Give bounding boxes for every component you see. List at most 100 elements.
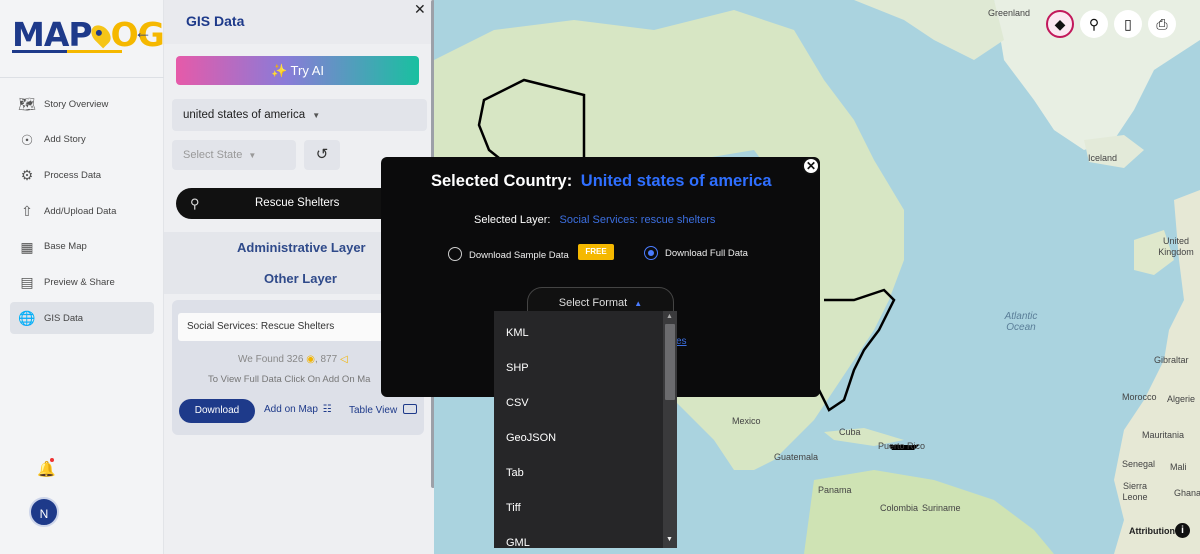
add-on-map-button[interactable]: Add on Map ☷ [264,404,332,415]
nav-item-add-story[interactable]: ☉ Add Story [10,124,154,156]
selected-country-label: Selected Country: [431,172,573,190]
caret-down-icon: ▼ [312,111,321,120]
base-map-icon: ▦ [20,238,34,255]
point-icon: ◉ [306,354,315,365]
scroll-down-icon[interactable]: ▼ [666,536,673,543]
user-avatar[interactable]: N [29,497,59,527]
map-label-gibraltar: Gibraltar [1154,355,1189,365]
full-data-label[interactable]: Download Full Data [665,248,748,259]
close-icon[interactable]: ✕ [414,1,426,18]
panel-title: GIS Data [186,13,245,29]
map-add-icon: ☷ [322,404,332,415]
format-option-tab[interactable]: Tab [506,467,524,479]
reset-icon[interactable]: ↺ [304,140,340,170]
nav-item-process-data[interactable]: ⚙ Process Data [10,159,154,191]
try-ai-button[interactable]: ✨ Try AI [176,56,419,85]
notification-bell-icon[interactable]: 🔔 [37,460,56,478]
country-select[interactable]: united states of america ▼ [172,99,427,131]
map-label-ghana: Ghana [1174,488,1200,498]
table-view-button[interactable]: Table View [349,404,417,416]
format-option-tiff[interactable]: Tiff [506,502,521,514]
nav-item-add-upload-data[interactable]: ⇧ Add/Upload Data [10,195,154,227]
ruler-icon[interactable]: ▯ [1114,10,1142,38]
location-pin-icon: ☉ [20,131,34,148]
nav-item-base-map[interactable]: ▦ Base Map [10,231,154,263]
back-arrow-icon[interactable]: ← [132,22,154,44]
nav-item-preview-share[interactable]: ▤ Preview & Share [10,266,154,298]
format-dropdown: KML SHP CSV GeoJSON Tab Tiff GML [494,311,677,548]
map-label-morocco: Morocco [1122,392,1157,402]
map-toolbar: ◆ ⚲ ▯ ⎙ [1046,10,1176,38]
administrative-layer-tab[interactable]: Administrative Layer [237,240,366,255]
left-navigation: MAP OG ← 🗺 Story Overview ☉ Add Story ⚙ … [0,0,165,554]
book-map-icon: 🗺 [18,96,36,112]
map-label-senegal: Senegal [1122,459,1156,469]
format-option-geojson[interactable]: GeoJSON [506,432,556,444]
nav-item-gis-data[interactable]: 🌐 GIS Data [10,302,154,335]
logo-text-map: MAP [12,14,93,54]
map-label-greenland: Greenland [988,8,1031,18]
map-label-united-kingdom: United Kingdom [1158,236,1194,257]
map-label-atlantic-ocean: Atlantic Ocean [1004,311,1038,333]
map-label-guatemala: Guatemala [774,452,819,462]
nav-list: 🗺 Story Overview ☉ Add Story ⚙ Process D… [10,88,154,338]
format-option-gml[interactable]: GML [506,537,530,548]
state-placeholder: Select State [183,149,243,161]
full-data-radio[interactable] [644,246,658,260]
select-format-label: Select Format [558,297,628,309]
preview-share-icon: ▤ [20,274,34,291]
dropdown-scroll-thumb[interactable] [665,324,675,400]
gis-data-icon: 🌐 [18,310,36,327]
nav-item-label: Story Overview [44,98,109,110]
state-select[interactable]: Select State ▼ [172,140,296,170]
add-on-map-label: Add on Map [264,404,318,415]
nav-item-story-overview[interactable]: 🗺 Story Overview [10,88,154,120]
free-badge: FREE [578,244,614,260]
table-icon [402,404,417,414]
map-label-suriname: Suriname [922,503,961,513]
nav-item-label: Base Map [44,241,87,253]
format-option-shp[interactable]: SHP [506,362,529,374]
map-label-mexico: Mexico [732,416,761,426]
map-search-icon[interactable]: ⚲ [1080,10,1108,38]
sample-data-radio[interactable] [448,247,462,261]
found-prefix: We Found [238,354,284,365]
nav-item-label: Add/Upload Data [44,205,117,217]
point-count: 326 [286,354,304,365]
map-label-sierra-leone: Sierra Leone [1122,481,1148,502]
other-layer-tab[interactable]: Other Layer [264,271,337,286]
caret-down-icon: ▼ [248,151,257,160]
layer-toggle-icon[interactable]: ◆ [1046,10,1074,38]
info-icon[interactable]: i [1175,523,1190,538]
logo-underline [12,50,122,53]
polygon-count: 877 [320,354,338,365]
selected-layer: Selected Layer: Social Services: rescue … [474,214,715,226]
try-ai-label: Try AI [290,63,325,78]
download-button[interactable]: Download [179,399,255,423]
map-label-algerie: Algerie [1167,394,1196,404]
search-value: Rescue Shelters [255,197,340,209]
scroll-up-icon[interactable]: ▲ [666,313,673,320]
attribution-label[interactable]: Attribution [1129,526,1175,536]
search-input[interactable]: ⚲ Rescue Shelters [176,188,406,219]
map-label-cuba: Cuba [839,427,861,437]
search-icon: ⚲ [190,196,200,211]
map-label-panama: Panama [818,485,852,495]
print-icon[interactable]: ⎙ [1148,10,1176,38]
map-label-mali: Mali [1170,462,1187,472]
modal-close-icon[interactable]: ✕ [802,157,820,175]
caret-up-icon: ▲ [634,299,643,308]
process-data-icon: ⚙ [20,167,34,184]
sample-data-label[interactable]: Download Sample Data [469,250,569,261]
polygon-icon: ◁ [339,354,348,365]
full-data-hint: To View Full Data Click On Add On Ma [208,374,371,385]
selected-country-value: United states of america [580,172,772,190]
format-option-kml[interactable]: KML [506,327,529,339]
modal-link[interactable]: es [676,336,687,347]
country-value: united states of america [183,109,306,121]
format-option-csv[interactable]: CSV [506,397,529,409]
nav-divider [0,77,164,78]
map-label-colombia: Colombia [880,503,919,513]
upload-icon: ⇧ [21,203,33,220]
selected-country: Selected Country: United states of ameri… [431,172,772,191]
